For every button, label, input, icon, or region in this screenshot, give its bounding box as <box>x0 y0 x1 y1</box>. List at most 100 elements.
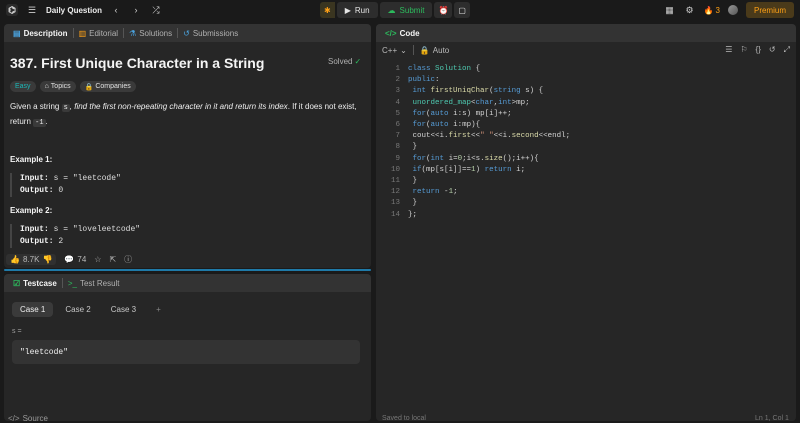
code-bracket-icon: </> <box>8 414 20 423</box>
braces-icon[interactable]: {} <box>756 45 761 55</box>
share-icon[interactable]: ⇱ <box>109 255 116 264</box>
problem-title[interactable]: 387. First Unique Character in a String <box>10 55 264 71</box>
tab-test-result[interactable]: >_ Test Result <box>63 274 125 292</box>
streak-counter[interactable]: 🔥 3 <box>704 6 720 15</box>
tab-testcase[interactable]: ☑ Testcase <box>8 274 62 292</box>
case-tab[interactable]: Case 2 <box>57 302 98 317</box>
daily-question-title[interactable]: Daily Question <box>46 6 102 15</box>
tab-description-label: Description <box>23 28 68 38</box>
description-tabs: ▤ Description ▥ Editorial ⚗ Solutions ↺ Subm… <box>4 24 371 42</box>
source-toggle[interactable]: </> Source <box>8 414 48 423</box>
tab-code[interactable]: </> Code <box>380 24 425 42</box>
thumbs-up-icon: 👍 <box>10 255 20 264</box>
play-icon: ▶ <box>344 5 351 15</box>
solved-status: Solved ✓ <box>328 57 361 66</box>
debug-button[interactable]: ✱ <box>320 2 335 18</box>
tab-description[interactable]: ▤ Description <box>8 24 73 42</box>
topics-button[interactable]: ⌂ Topics <box>39 81 76 92</box>
star-icon[interactable]: ☆ <box>94 255 101 264</box>
checkbox-icon: ☑ <box>13 278 21 288</box>
source-label: Source <box>22 414 48 423</box>
tab-solutions-label: Solutions <box>139 28 173 38</box>
tab-submissions-label: Submissions <box>192 28 239 38</box>
submit-button[interactable]: ☁ Submit <box>379 2 433 18</box>
next-problem-icon[interactable]: › <box>130 4 142 16</box>
problem-footer: 👍 8.7K 👎 💬 74 ☆ ⇱ ⓘ <box>6 254 132 265</box>
tab-editorial-label: Editorial <box>89 28 119 38</box>
code-editor[interactable]: 1 class Solution { 2 public: 3 int firstUn… <box>376 64 796 221</box>
code-icon: </> <box>385 28 397 38</box>
tab-code-label: Code <box>399 28 420 38</box>
companies-label: Companies <box>95 83 131 90</box>
statement-text: Given a string <box>10 102 62 111</box>
fire-icon: 🔥 <box>703 5 714 15</box>
check-circle-icon: ✓ <box>354 57 362 66</box>
bookmark-icon[interactable]: ⚐ <box>740 45 747 55</box>
comments-button[interactable]: 💬 74 <box>64 255 86 264</box>
tab-testcase-label: Testcase <box>23 278 57 288</box>
timer-button[interactable]: ⏰ <box>434 2 453 18</box>
help-icon[interactable]: ⓘ <box>124 254 132 265</box>
tab-test-result-label: Test Result <box>79 278 120 288</box>
document-icon: ▤ <box>13 28 21 38</box>
example-block: Input: s = "loveleetcode" Output: 2 <box>10 224 140 248</box>
code-tabs: </> Code <box>376 24 796 42</box>
inline-code: -1 <box>33 119 46 127</box>
auto-label: Auto <box>432 45 450 55</box>
history-icon: ↺ <box>183 28 190 38</box>
language-select[interactable]: C++ ⌄ <box>382 46 407 55</box>
avatar[interactable] <box>727 5 738 15</box>
like-button[interactable]: 👍 8.7K 👎 <box>6 254 57 265</box>
shuffle-icon[interactable]: ⤮ <box>150 4 162 16</box>
tab-submissions[interactable]: ↺ Submissions <box>178 24 243 42</box>
companies-button[interactable]: 🔒 Companies <box>79 81 136 92</box>
note-icon: ▢ <box>458 5 466 15</box>
layout-grid-icon[interactable]: ▦ <box>664 4 676 16</box>
example-output: 2 <box>58 237 64 246</box>
panel-resize-handle[interactable] <box>4 269 371 271</box>
run-label: Run <box>354 5 370 15</box>
language-label: C++ <box>382 45 398 55</box>
bug-icon: ✱ <box>324 5 331 15</box>
tag-icon: ⌂ <box>44 83 49 90</box>
example-output: 0 <box>58 186 64 195</box>
example-block: Input: s = "leetcode" Output: 0 <box>10 173 121 197</box>
tab-editorial[interactable]: ▥ Editorial <box>74 24 123 42</box>
alarm-icon: ⏰ <box>438 5 449 15</box>
difficulty-badge: Easy <box>10 81 36 92</box>
code-line: 6 for(auto i:mp){ <box>395 121 481 130</box>
settings-gear-icon[interactable]: ⚙ <box>684 4 696 16</box>
statement-emphasis: , find the first non-repeating character… <box>69 102 288 111</box>
reset-icon[interactable]: ↺ <box>769 45 776 55</box>
premium-button[interactable]: Premium <box>745 2 794 18</box>
problem-list-icon[interactable]: ☰ <box>26 4 38 16</box>
code-line: 13 } <box>390 199 418 208</box>
code-line: 4 unordered_map<char,int>mp; <box>395 98 530 107</box>
example-title: Example 1: <box>10 155 53 164</box>
prev-problem-icon[interactable]: ‹ <box>110 4 122 16</box>
example-input: s = "loveleetcode" <box>53 225 141 234</box>
comment-icon: 💬 <box>64 255 75 264</box>
case-tab[interactable]: Case 1 <box>12 302 54 317</box>
example-input-label: Input: <box>20 174 49 183</box>
code-line: 1 class Solution { <box>395 65 481 73</box>
code-line: 3 int firstUniqChar(string s) { <box>395 87 544 96</box>
run-button[interactable]: ▶ Run <box>336 2 378 18</box>
flask-icon: ⚗ <box>129 28 137 38</box>
tab-solutions[interactable]: ⚗ Solutions <box>124 24 177 42</box>
code-line: 14}; <box>390 210 418 219</box>
fullscreen-icon[interactable]: ⤢ <box>784 45 790 55</box>
testcase-tabs: ☑ Testcase >_ Test Result <box>4 274 371 292</box>
inline-code: s <box>61 104 70 112</box>
auto-mode[interactable]: 🔒 Auto <box>420 46 449 55</box>
case-tab[interactable]: Case 3 <box>103 302 144 317</box>
format-icon[interactable]: ☰ <box>725 45 732 55</box>
testcase-input[interactable]: "leetcode" <box>12 340 360 364</box>
add-case-button[interactable]: + <box>148 302 169 317</box>
notes-button[interactable]: ▢ <box>454 2 470 18</box>
leetcode-logo-icon[interactable]: ⌬ <box>6 4 18 16</box>
thumbs-down-icon[interactable]: 👎 <box>42 255 52 264</box>
cloud-upload-icon: ☁ <box>387 5 396 15</box>
problem-tags: Easy ⌂ Topics 🔒 Companies <box>10 81 136 92</box>
example-input: s = "leetcode" <box>53 174 121 183</box>
